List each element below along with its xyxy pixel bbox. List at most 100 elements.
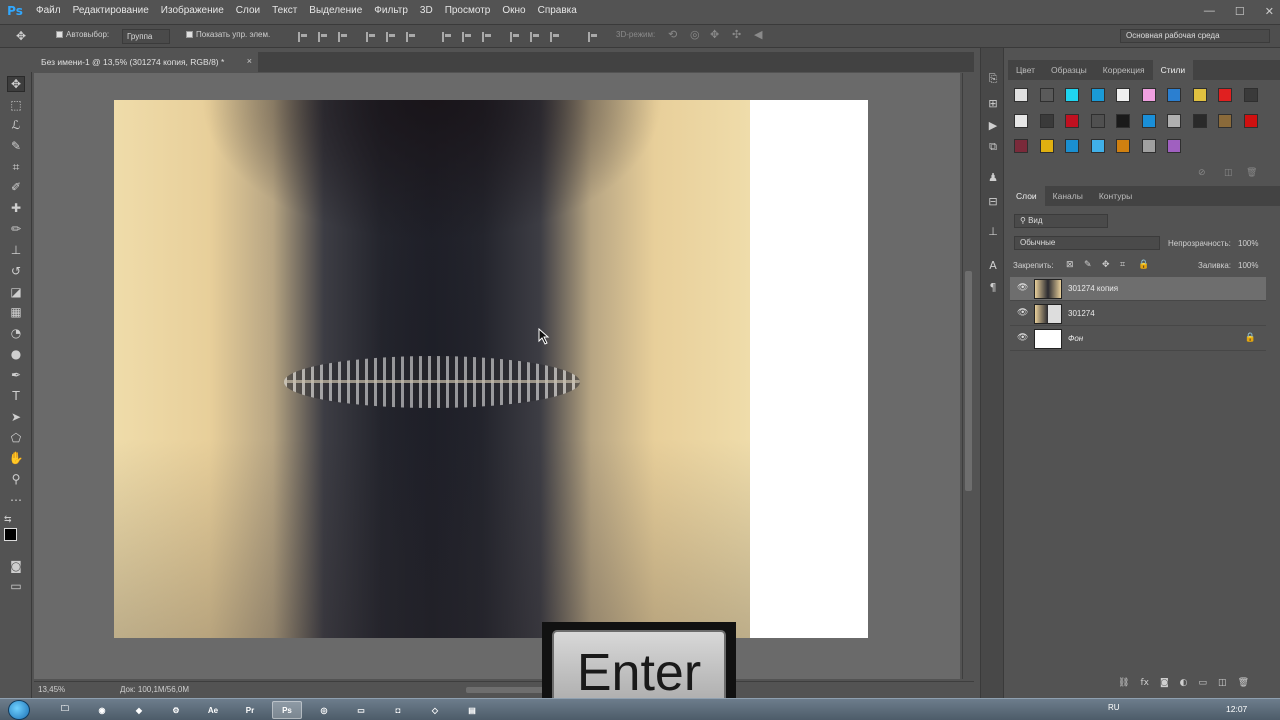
clone-stamp-panel-icon[interactable]: ⊥ [986, 224, 1000, 238]
style-swatch[interactable] [1090, 88, 1105, 102]
distribute-bottom-icon[interactable] [482, 32, 492, 42]
style-swatch[interactable] [1141, 139, 1156, 153]
menu-file[interactable]: Файл [30, 0, 67, 22]
align-top-icon[interactable] [298, 32, 308, 42]
opacity-value[interactable]: 100% [1238, 239, 1258, 248]
layer-kind-filter[interactable]: ⚲ Вид [1014, 214, 1108, 228]
style-swatch[interactable] [1243, 113, 1258, 128]
style-swatch[interactable] [1218, 113, 1232, 128]
vertical-scrollbar[interactable] [962, 73, 974, 679]
taskbar-app-button[interactable]: Ps [272, 701, 302, 719]
distribute-left-icon[interactable] [510, 32, 520, 42]
lock-artboard-icon[interactable]: ⌗ [1120, 260, 1125, 270]
style-swatch[interactable] [1218, 88, 1232, 102]
pen-tool-icon[interactable]: ✒ [7, 367, 25, 383]
start-button[interactable] [8, 700, 30, 720]
clone-source-icon[interactable]: ⧉ [986, 140, 1000, 154]
character-panel-icon[interactable]: A [986, 258, 1000, 272]
properties-icon[interactable]: ⊞ [986, 96, 1000, 110]
new-style-icon[interactable]: ◫ [1224, 168, 1233, 178]
style-swatch[interactable] [1090, 139, 1105, 153]
style-swatch[interactable] [1141, 113, 1156, 128]
clone-stamp-tool-icon[interactable]: ⊥ [7, 242, 25, 258]
style-swatch[interactable] [1039, 88, 1054, 102]
marquee-tool-icon[interactable]: ⬚ [7, 97, 25, 113]
eye-icon[interactable]: 👁 [1017, 283, 1028, 293]
style-swatch[interactable] [1167, 113, 1181, 128]
style-swatch[interactable] [1141, 88, 1156, 102]
lock-all-icon[interactable]: 🔒 [1138, 260, 1149, 270]
taskbar-app-button[interactable]: ◎ [309, 701, 339, 719]
taskbar-app-button[interactable]: ▭ [346, 701, 376, 719]
style-swatch[interactable] [1243, 88, 1258, 102]
style-swatch[interactable] [1167, 88, 1181, 102]
layer-row-original[interactable]: 👁 301274 [1010, 302, 1266, 326]
menu-filter[interactable]: Фильтр [368, 0, 414, 22]
menu-3d[interactable]: 3D [414, 0, 439, 22]
align-vcenter-icon[interactable] [318, 32, 328, 42]
taskbar-app-button[interactable]: 🗀 [50, 701, 80, 719]
blur-tool-icon[interactable]: ◔ [7, 325, 25, 341]
autoselect-checkbox[interactable]: Автовыбор: [56, 30, 109, 39]
lock-transparency-icon[interactable]: ⊠ [1066, 260, 1074, 270]
taskbar-app-button[interactable]: Ae [198, 701, 228, 719]
healing-brush-tool-icon[interactable]: ✚ [7, 200, 25, 216]
menu-image[interactable]: Изображение [155, 0, 230, 22]
eye-icon[interactable]: 👁 [1017, 333, 1028, 343]
tab-swatches[interactable]: Образцы [1043, 60, 1095, 80]
layer-style-icon[interactable]: fx [1140, 678, 1149, 688]
delete-layer-icon[interactable]: 🗑 [1238, 678, 1249, 688]
distribute-right-icon[interactable] [550, 32, 560, 42]
style-swatch[interactable] [1116, 139, 1130, 153]
menu-type[interactable]: Текст [266, 0, 303, 22]
style-swatch[interactable] [1065, 88, 1079, 102]
eye-icon[interactable]: 👁 [1017, 308, 1028, 318]
quick-select-tool-icon[interactable]: ✎ [7, 138, 25, 154]
move-tool-preset-icon[interactable]: ✥ [16, 29, 26, 43]
history-brush-tool-icon[interactable]: ↺ [7, 263, 25, 279]
layer-row-background[interactable]: 👁 Фон 🔒 [1010, 327, 1266, 351]
hand-tool-icon[interactable]: ✋ [7, 450, 25, 466]
show-transform-checkbox[interactable]: Показать упр. элем. [186, 30, 270, 39]
align-left-icon[interactable] [366, 32, 376, 42]
style-swatch[interactable] [1116, 88, 1130, 102]
brush-tool-icon[interactable]: ✏ [7, 221, 25, 237]
style-swatch[interactable] [1014, 139, 1028, 153]
menu-layers[interactable]: Слои [230, 0, 266, 22]
eyedropper-tool-icon[interactable]: ✐ [7, 179, 25, 195]
tool-presets-icon[interactable]: ♟ [986, 170, 1000, 184]
minimize-button[interactable]: — [1204, 5, 1215, 17]
move-tool-icon[interactable]: ✥ [7, 76, 25, 92]
tab-styles[interactable]: Стили [1152, 60, 1194, 80]
vertical-scroll-thumb[interactable] [965, 271, 972, 491]
workspace-dropdown[interactable]: Основная рабочая среда [1120, 29, 1270, 43]
style-swatch[interactable] [1014, 113, 1028, 128]
lasso-tool-icon[interactable]: ℒ [7, 117, 25, 133]
new-layer-icon[interactable]: ◫ [1218, 678, 1227, 688]
photo-layer[interactable] [114, 100, 750, 638]
style-swatch[interactable] [1192, 88, 1207, 102]
paragraph-panel-icon[interactable]: ¶ [986, 280, 1000, 294]
adjustment-layer-icon[interactable]: ◐ [1180, 678, 1188, 688]
tab-paths[interactable]: Контуры [1091, 186, 1140, 206]
distribute-top-icon[interactable] [442, 32, 452, 42]
taskbar-app-button[interactable]: Pr [235, 701, 265, 719]
close-tab-icon[interactable]: × [247, 56, 252, 66]
type-tool-icon[interactable]: T [7, 388, 25, 404]
menu-edit[interactable]: Редактирование [67, 0, 155, 22]
distribute-vcenter-icon[interactable] [462, 32, 472, 42]
taskbar-app-button[interactable]: ⚙ [161, 701, 191, 719]
menu-view[interactable]: Просмотр [439, 0, 497, 22]
align-hcenter-icon[interactable] [386, 32, 396, 42]
taskbar-app-button[interactable]: ▤ [457, 701, 487, 719]
style-swatch[interactable] [1039, 113, 1054, 128]
tab-layers[interactable]: Слои [1008, 186, 1045, 206]
more-tools-icon[interactable]: ⋯ [7, 492, 25, 508]
maximize-button[interactable]: ☐ [1235, 5, 1245, 18]
crop-tool-icon[interactable]: ⌗ [7, 159, 25, 175]
fill-value[interactable]: 100% [1238, 261, 1258, 270]
close-window-button[interactable]: ✕ [1265, 5, 1274, 18]
gradient-tool-icon[interactable]: ▦ [7, 304, 25, 320]
tab-adjustments[interactable]: Коррекция [1095, 60, 1153, 80]
canvas-area[interactable] [34, 73, 960, 679]
